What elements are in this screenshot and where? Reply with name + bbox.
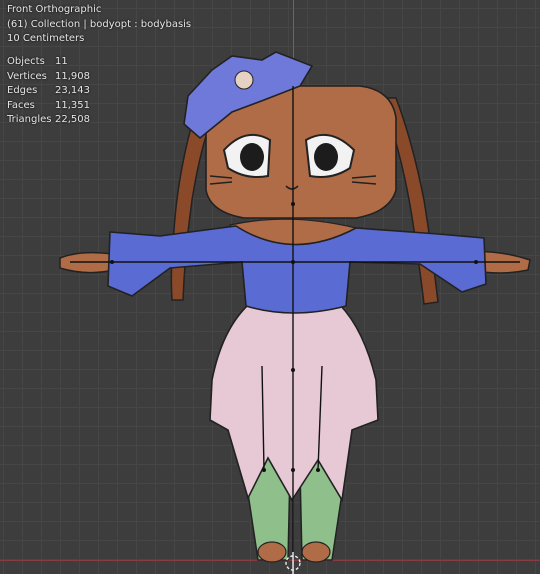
stat-value: 23,143	[55, 85, 90, 96]
scale-line: 10 Centimeters	[7, 33, 85, 44]
left-iris	[240, 143, 264, 171]
stat-label: Faces	[7, 99, 35, 111]
stat-row-edges: Edges 23,143	[7, 84, 90, 99]
flower-center	[234, 70, 254, 90]
stat-label: Triangles	[7, 114, 52, 125]
stat-label: Objects	[7, 56, 45, 67]
3d-viewport[interactable]: Front Orthographic (61) Collection | bod…	[0, 0, 540, 574]
stat-row-triangles: Triangles 22,508	[7, 113, 90, 128]
stat-label: Edges	[7, 85, 38, 96]
stat-row-vertices: Vertices 11,908	[7, 70, 90, 85]
stat-value: 22,508	[55, 114, 90, 125]
stat-value: 11,908	[55, 70, 90, 82]
viewport-info: Front Orthographic (61) Collection | bod…	[7, 3, 191, 47]
stat-label: Vertices	[7, 70, 47, 82]
right-foot	[301, 541, 331, 563]
scene-statistics: Objects 11 Vertices 11,908 Edges 23,143 …	[7, 55, 90, 128]
right-iris	[314, 143, 338, 171]
collection-line: (61) Collection | bodyopt : bodybasis	[7, 18, 192, 30]
stat-row-faces: Faces 11,351	[7, 99, 90, 114]
stat-value: 11	[55, 56, 68, 67]
stat-value: 11,351	[55, 99, 90, 111]
view-name: Front Orthographic	[7, 4, 102, 15]
stat-row-objects: Objects 11	[7, 55, 90, 70]
left-foot	[257, 541, 287, 563]
